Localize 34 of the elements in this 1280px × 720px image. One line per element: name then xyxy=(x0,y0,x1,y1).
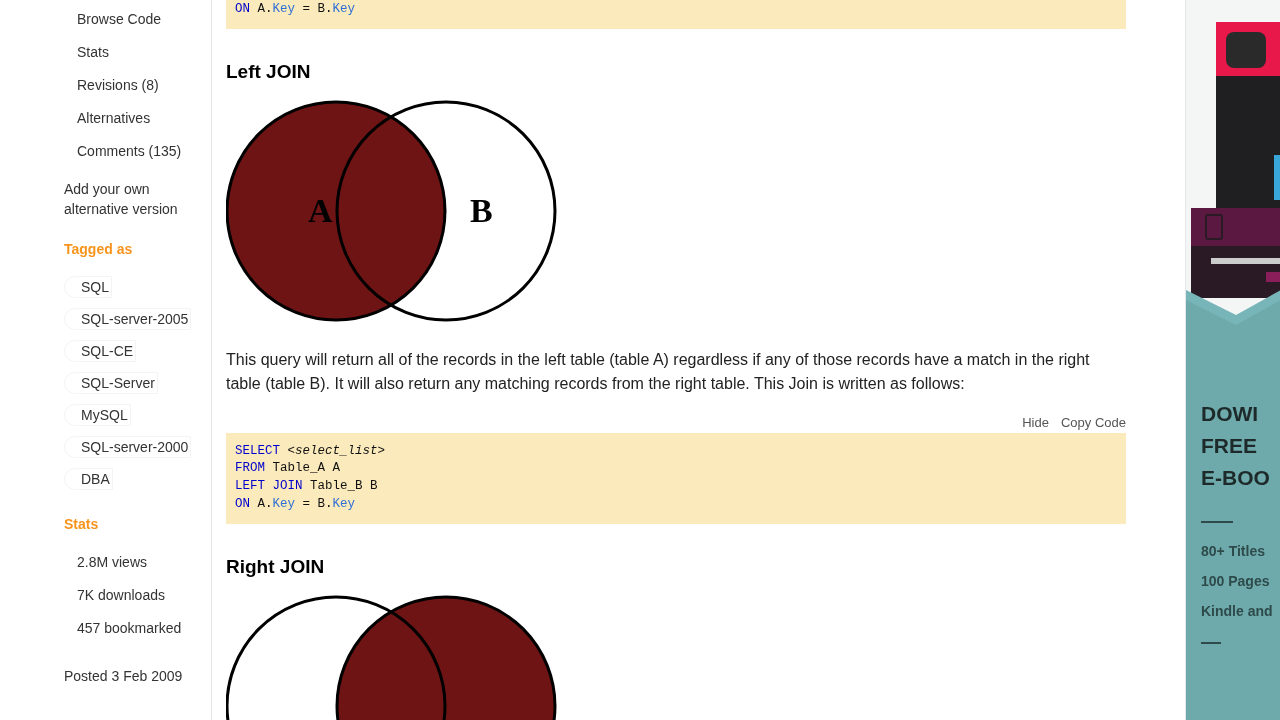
sidebar-link[interactable]: Alternatives xyxy=(77,108,151,129)
ad-headline: FREE xyxy=(1201,433,1257,459)
set-label: B xyxy=(470,191,493,229)
section-heading: Tagged as xyxy=(64,240,133,259)
ad-feature-text: 100 Pages xyxy=(1201,572,1270,591)
sidebar-link[interactable]: Revisions (8) xyxy=(77,75,159,96)
tag-link[interactable]: SQL-server-2005 xyxy=(64,308,192,330)
stat-text: 2.8M views xyxy=(77,553,148,572)
paragraph-text: This query will return all of the records in the left table (table A) regardless if any of those records have a match in the right table (table B). It will also return any matching records from the right table. This Join is written as follows: xyxy=(226,349,1091,394)
tag-link[interactable]: SQL xyxy=(64,276,112,298)
ad-headline: DOWI xyxy=(1201,401,1259,427)
sidebar-link[interactable]: Comments (135) xyxy=(77,141,182,162)
sidebar-link[interactable]: Browse Code xyxy=(77,9,162,30)
section-heading: Right JOIN xyxy=(226,554,325,579)
stat-text: 7K downloads xyxy=(77,586,165,605)
stat-text: 457 bookmarked xyxy=(77,619,182,638)
code-block: ON A.Key = B.Key xyxy=(226,0,1126,29)
tag-link[interactable]: SQL-Server xyxy=(64,372,158,394)
code-action-link[interactable]: Copy Code xyxy=(1060,414,1126,431)
tag-link[interactable]: SQL-CE xyxy=(64,340,137,362)
ad-feature-text: 80+ Titles xyxy=(1201,542,1265,561)
ad-feature-text: Kindle and xyxy=(1201,602,1273,621)
section-heading: Stats xyxy=(64,515,99,534)
code-block: SELECT <select_list> FROM Table_A A LEFT JOIN Table_B B ON A.Key = B.Key xyxy=(226,432,1126,524)
tag-link[interactable]: MySQL xyxy=(64,404,131,426)
sidebar-link[interactable]: Stats xyxy=(77,42,109,63)
code-action-link[interactable]: Hide xyxy=(1022,414,1049,431)
set-label: A xyxy=(308,191,333,229)
tag-link[interactable]: SQL-server-2000 xyxy=(64,436,192,458)
section-heading: Left JOIN xyxy=(226,59,311,84)
posted-date: Posted 3 Feb 2009 xyxy=(64,667,183,686)
ad-headline: E-BOO xyxy=(1201,465,1270,491)
tag-link[interactable]: DBA xyxy=(64,468,113,490)
add-alternative-link[interactable]: Add your own alternative version xyxy=(64,179,194,219)
